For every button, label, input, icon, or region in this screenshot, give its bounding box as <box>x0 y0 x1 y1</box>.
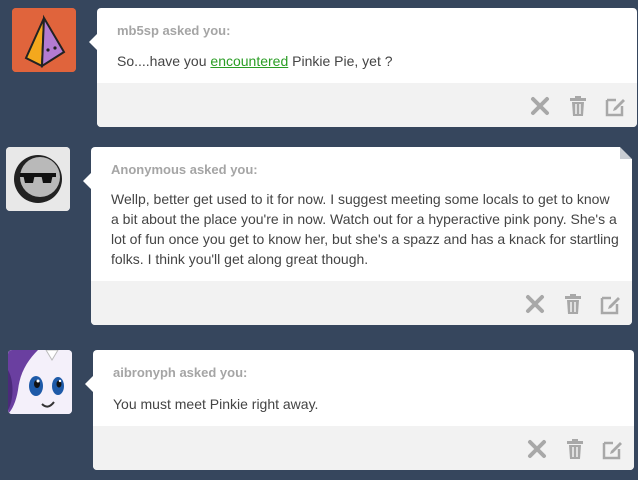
question-link[interactable]: encountered <box>210 53 288 69</box>
question-text: You must meet Pinkie right away. <box>113 396 319 412</box>
avatar-aibronyph[interactable] <box>8 350 72 414</box>
pony-avatar-image <box>8 350 72 414</box>
card-footer <box>93 426 634 470</box>
pyramid-avatar-image <box>12 8 76 72</box>
avatar-anonymous[interactable] <box>6 147 70 211</box>
trash-icon[interactable] <box>564 438 586 460</box>
question-text: Wellp, better get used to it for now. I … <box>111 191 619 267</box>
close-x-icon[interactable] <box>524 293 546 315</box>
page-fold <box>620 147 632 159</box>
asker-name: Anonymous asked you: <box>111 162 258 177</box>
avatar-mb5sp[interactable] <box>12 8 76 72</box>
action-bar <box>529 95 627 117</box>
edit-icon[interactable] <box>602 438 624 460</box>
card-footer <box>91 281 632 325</box>
asker-name: aibronyph asked you: <box>113 365 248 380</box>
close-x-icon[interactable] <box>529 95 551 117</box>
question-text-part: Pinkie Pie, yet ? <box>288 53 393 69</box>
card-footer <box>97 83 637 127</box>
sunglasses-avatar-image <box>6 147 70 211</box>
ask-card: aibronyph asked you: You must meet Pinki… <box>85 350 634 470</box>
trash-icon[interactable] <box>562 293 584 315</box>
edit-icon[interactable] <box>600 293 622 315</box>
action-bar <box>526 438 624 460</box>
ask-card: mb5sp asked you: So....have you encounte… <box>89 8 637 127</box>
action-bar <box>524 293 622 315</box>
trash-icon[interactable] <box>567 95 589 117</box>
ask-card: Anonymous asked you: Wellp, better get u… <box>83 147 632 325</box>
question-text: So....have you encountered Pinkie Pie, y… <box>117 51 393 71</box>
edit-icon[interactable] <box>605 95 627 117</box>
asker-name: mb5sp asked you: <box>117 23 231 38</box>
close-x-icon[interactable] <box>526 438 548 460</box>
question-text-part: So....have you <box>117 53 211 69</box>
